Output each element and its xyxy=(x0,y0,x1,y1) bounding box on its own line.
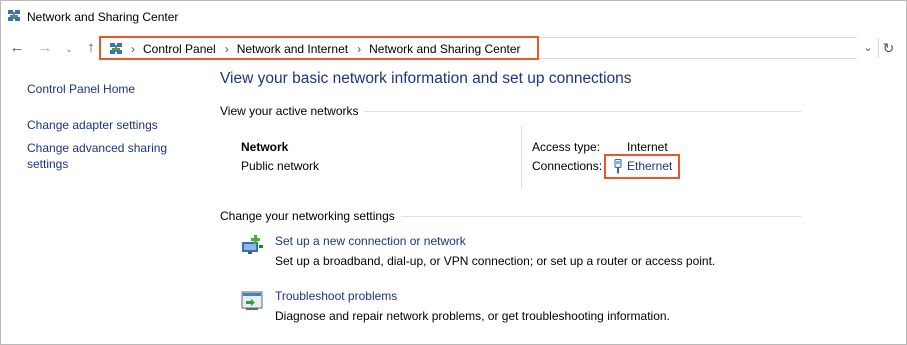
change-advanced-sharing-settings-link[interactable]: Change advanced sharing settings xyxy=(27,140,197,172)
refresh-icon[interactable]: ↻ xyxy=(878,38,898,58)
breadcrumb-network-and-internet[interactable]: Network and Internet xyxy=(237,42,348,56)
vertical-divider xyxy=(521,126,522,188)
window-title: Network and Sharing Center xyxy=(27,10,179,24)
section-divider xyxy=(401,216,801,217)
troubleshoot-icon xyxy=(241,291,263,310)
breadcrumb-separator-icon: › xyxy=(131,42,135,56)
network-category: Public network xyxy=(241,159,320,173)
troubleshoot-problems-link[interactable]: Troubleshoot problems xyxy=(275,289,397,303)
new-connection-icon xyxy=(242,235,263,254)
back-arrow-icon[interactable]: ← xyxy=(9,39,25,57)
title-bar: Network and Sharing Center xyxy=(1,1,907,33)
window-frame: Network and Sharing Center ← → ⌄ ↑ › Con… xyxy=(0,0,907,345)
breadcrumb: › Control Panel › Network and Internet ›… xyxy=(131,42,530,56)
address-bar[interactable]: › Control Panel › Network and Internet ›… xyxy=(99,36,539,60)
address-bar-extension[interactable] xyxy=(539,37,857,59)
network-center-icon xyxy=(110,43,122,54)
access-type-label: Access type: xyxy=(532,140,601,154)
network-center-icon xyxy=(8,10,20,21)
recent-locations-chevron-icon[interactable]: ⌄ xyxy=(61,40,77,58)
ethernet-icon xyxy=(614,159,622,174)
setup-new-connection-link[interactable]: Set up a new connection or network xyxy=(275,234,466,248)
breadcrumb-separator-icon[interactable]: › xyxy=(225,42,229,56)
active-networks-heading: View your active networks xyxy=(220,104,359,118)
change-adapter-settings-link[interactable]: Change adapter settings xyxy=(27,117,158,133)
forward-arrow-icon[interactable]: → xyxy=(37,39,53,57)
network-name: Network xyxy=(241,140,289,154)
control-panel-home-link[interactable]: Control Panel Home xyxy=(27,81,135,97)
breadcrumb-separator-icon[interactable]: › xyxy=(357,42,361,56)
change-settings-heading: Change your networking settings xyxy=(220,209,395,223)
breadcrumb-network-and-sharing-center[interactable]: Network and Sharing Center xyxy=(369,42,520,56)
address-dropdown-chevron-icon[interactable]: ⌄ xyxy=(861,39,875,57)
up-arrow-icon[interactable]: ↑ xyxy=(83,39,99,57)
section-divider xyxy=(364,111,801,112)
setup-new-connection-description: Set up a broadband, dial-up, or VPN conn… xyxy=(275,254,716,268)
ethernet-link-label[interactable]: Ethernet xyxy=(627,159,672,173)
access-type-value: Internet xyxy=(627,140,668,154)
troubleshoot-problems-description: Diagnose and repair network problems, or… xyxy=(275,309,670,323)
breadcrumb-control-panel[interactable]: Control Panel xyxy=(143,42,216,56)
connections-label: Connections: xyxy=(532,159,603,173)
ethernet-connection-link[interactable]: Ethernet xyxy=(604,154,680,179)
page-title: View your basic network information and … xyxy=(220,70,632,87)
